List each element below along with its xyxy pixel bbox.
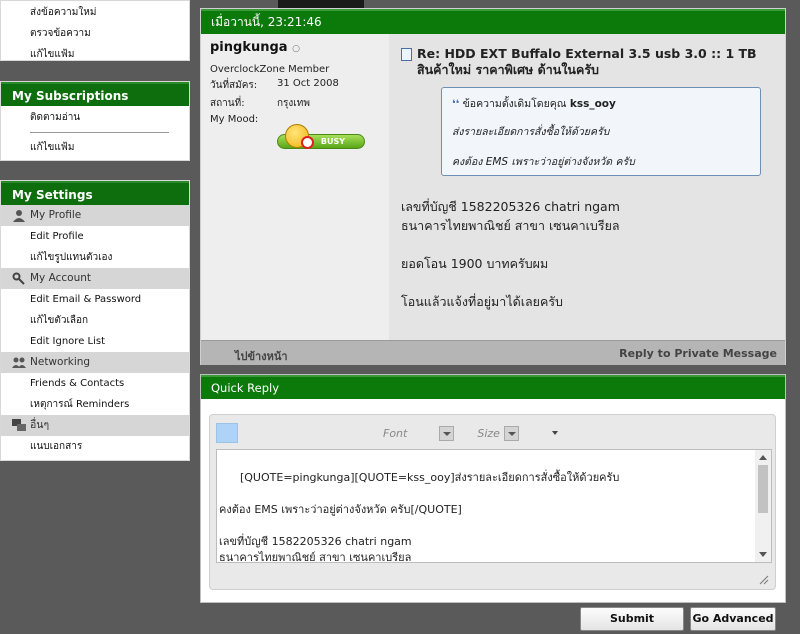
- settings-section-misc[interactable]: อื่นๆ: [1, 415, 189, 436]
- user-title: OverclockZone Member: [210, 64, 330, 75]
- quick-reply-header: Quick Reply: [201, 375, 785, 399]
- online-status-icon: ○: [292, 44, 300, 54]
- top-image-strip: [278, 0, 364, 8]
- next-link[interactable]: ไปข้างหน้า: [235, 347, 288, 365]
- more-options-icon[interactable]: [551, 431, 558, 435]
- size-dropdown-icon[interactable]: [503, 425, 519, 441]
- user-location-value: กรุงเทพ: [277, 98, 310, 109]
- textarea-scrollbar[interactable]: [755, 450, 771, 562]
- post-title-row: Re: HDD EXT Buffalo External 3.5 usb 3.0…: [401, 46, 773, 78]
- post-body: Re: HDD EXT Buffalo External 3.5 usb 3.0…: [389, 34, 785, 340]
- scroll-down-icon[interactable]: [759, 552, 767, 557]
- sidebar-item-new-message[interactable]: ส่งข้อความใหม่: [1, 2, 189, 23]
- quote-box: ❛❛ ข้อความดั้งเดิมโดยคุณ kss_ooy ส่งรายล…: [441, 87, 761, 176]
- subscriptions-header: My Subscriptions: [1, 82, 189, 106]
- quote-by-user: kss_ooy: [569, 98, 616, 110]
- settings-section-account-label: My Account: [30, 272, 92, 284]
- username-row: pingkunga ○: [210, 40, 380, 55]
- post-text-line: ยอดโอน 1900 บาทครับผม: [401, 256, 549, 271]
- scroll-thumb[interactable]: [758, 465, 768, 513]
- size-select-label[interactable]: Size: [477, 427, 500, 440]
- chat-icon: [12, 419, 26, 432]
- people-icon: [12, 356, 26, 369]
- person-icon: [12, 209, 26, 222]
- settings-box: My Settings My Profile Edit Profile แก้ไ…: [0, 180, 190, 461]
- quote-line-1: ส่งรายละเอียดการสั่งซื้อให้ด้วยครับ: [452, 126, 610, 138]
- post-title: Re: HDD EXT Buffalo External 3.5 usb 3.0…: [417, 46, 757, 77]
- font-select-label[interactable]: Font: [383, 427, 407, 440]
- settings-section-networking[interactable]: Networking: [1, 352, 189, 373]
- sidebar-item-edit-sub-folders[interactable]: แก้ไขแฟ้ม: [1, 137, 189, 158]
- reply-editor: Font Size [QUOTE=pingkunga][QUOTE=kss_oo…: [209, 414, 776, 590]
- reply-textarea[interactable]: [QUOTE=pingkunga][QUOTE=kss_ooy]ส่งรายละ…: [216, 449, 772, 563]
- post-timestamp: เมื่อวานนี้, 23:21:46: [201, 9, 785, 34]
- user-joined-label: วันที่สมัคร:: [210, 80, 258, 91]
- sidebar-item-edit-avatar[interactable]: แก้ไขรูปแทนตัวเอง: [1, 247, 189, 268]
- sidebar-item-edit-email-password[interactable]: Edit Email & Password: [1, 289, 189, 310]
- quote-line-2: คงต้อง EMS เพราะว่าอยู่ต่างจังหวัด ครับ: [452, 156, 635, 168]
- user-location-row: สถานที่: กรุงเทพ: [210, 96, 380, 111]
- settings-section-profile-label: My Profile: [30, 209, 82, 221]
- font-dropdown-icon[interactable]: [439, 425, 455, 441]
- user-joined-row: วันที่สมัคร: 31 Oct 2008: [210, 78, 380, 93]
- divider: [30, 132, 169, 133]
- settings-header: My Settings: [1, 181, 189, 205]
- key-icon: [12, 272, 26, 285]
- editor-toolbar: Font Size: [216, 421, 769, 445]
- sidebar-item-check-messages[interactable]: ตรวจข้อความ: [1, 23, 189, 44]
- subscriptions-box: My Subscriptions ติดตามอ่าน แก้ไขแฟ้ม: [0, 81, 190, 161]
- quote-marks-icon: ❛❛: [452, 98, 460, 110]
- resize-grip-icon[interactable]: [759, 575, 769, 585]
- sidebar-item-friends-contacts[interactable]: Friends & Contacts: [1, 373, 189, 394]
- sidebar-item-subscribed[interactable]: ติดตามอ่าน: [1, 107, 189, 128]
- user-location-label: สถานที่:: [210, 98, 245, 109]
- username[interactable]: pingkunga: [210, 40, 288, 55]
- reply-text: [QUOTE=pingkunga][QUOTE=kss_ooy]ส่งรายละ…: [219, 471, 620, 563]
- quick-reply-panel: Quick Reply Font Size [QUOTE=pingkunga][…: [200, 374, 786, 603]
- sidebar-item-edit-ignore-list[interactable]: Edit Ignore List: [1, 331, 189, 352]
- forum-post: เมื่อวานนี้, 23:21:46 pingkunga ○ Overcl…: [200, 8, 786, 365]
- post-text-line: เลขที่บัญชี 1582205326 chatri ngam: [401, 199, 620, 214]
- sidebar-messages-box: ส่งข้อความใหม่ ตรวจข้อความ แก้ไขแฟ้ม: [0, 0, 190, 61]
- user-joined-value: 31 Oct 2008: [277, 78, 339, 89]
- scroll-up-icon[interactable]: [759, 455, 767, 460]
- face-icon: [285, 124, 314, 149]
- post-message: เลขที่บัญชี 1582205326 chatri ngam ธนาคา…: [401, 197, 773, 311]
- settings-section-account[interactable]: My Account: [1, 268, 189, 289]
- quote-by-prefix: ข้อความดั้งเดิมโดยคุณ: [462, 98, 567, 110]
- sidebar-item-edit-folders[interactable]: แก้ไขแฟ้ม: [1, 44, 189, 65]
- reply-private-message-link[interactable]: Reply to Private Message: [619, 347, 777, 360]
- mood-busy-icon: BUSY: [277, 124, 367, 150]
- sidebar-item-attachments[interactable]: แนบเอกสาร: [1, 436, 189, 457]
- settings-section-networking-label: Networking: [30, 356, 91, 368]
- sidebar-item-reminders[interactable]: เหตุการณ์ Reminders: [1, 394, 189, 415]
- post-text-line: ธนาคารไทยพาณิชย์ สาขา เซนคาเบรียล: [401, 218, 620, 233]
- post-text-line: โอนแล้วแจ้งที่อยู่มาได้เลยครับ: [401, 294, 563, 309]
- settings-section-profile[interactable]: My Profile: [1, 205, 189, 226]
- sidebar-item-edit-profile[interactable]: Edit Profile: [1, 226, 189, 247]
- post-user-panel: pingkunga ○ OverclockZone Member วันที่ส…: [201, 34, 389, 340]
- settings-section-misc-label: อื่นๆ: [30, 419, 50, 431]
- quote-attribution: ❛❛ ข้อความดั้งเดิมโดยคุณ kss_ooy: [452, 95, 750, 112]
- document-icon: [401, 48, 412, 61]
- submit-message-button[interactable]: Submit Message: [580, 607, 684, 631]
- user-mood-label: My Mood:: [210, 114, 259, 125]
- sidebar-item-edit-options[interactable]: แก้ไขตัวเลือก: [1, 310, 189, 331]
- go-advanced-button[interactable]: Go Advanced: [690, 607, 776, 631]
- post-footer: ไปข้างหน้า Reply to Private Message: [201, 340, 785, 365]
- text-color-swatch[interactable]: [216, 423, 238, 443]
